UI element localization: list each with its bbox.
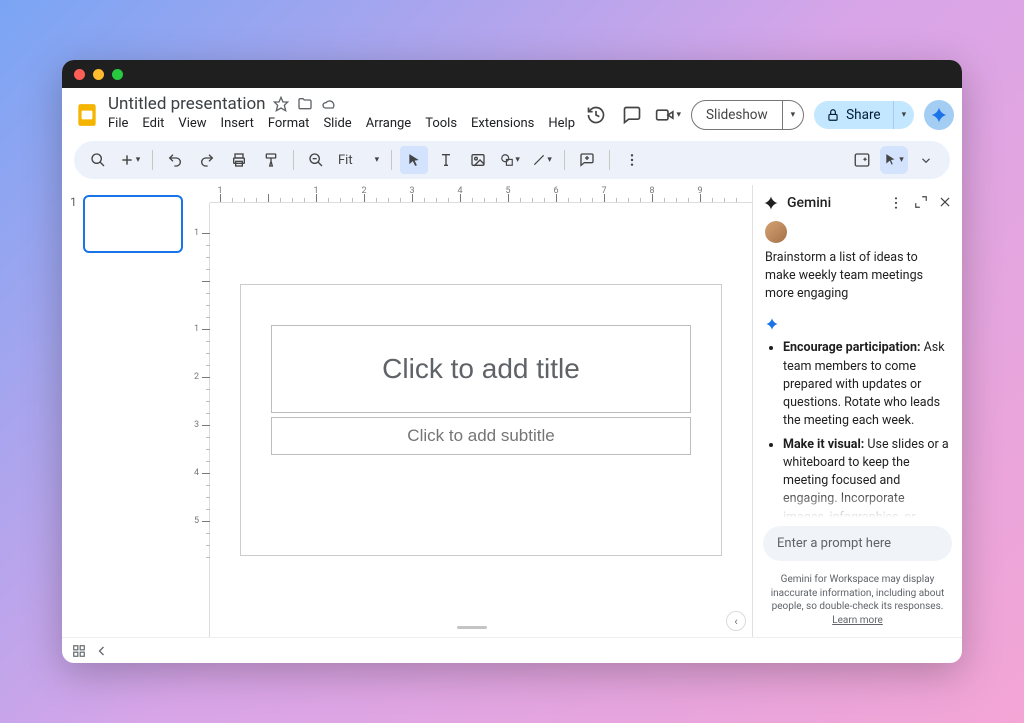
move-to-folder-icon[interactable] bbox=[296, 95, 314, 113]
canvas-area: 1123456789 112345 Click to add title Cli… bbox=[192, 185, 752, 637]
gemini-expand-icon[interactable] bbox=[914, 195, 928, 211]
window-titlebar bbox=[62, 60, 962, 88]
document-title[interactable]: Untitled presentation bbox=[108, 94, 266, 114]
grid-view-icon[interactable] bbox=[72, 644, 86, 658]
slideshow-dropdown[interactable]: ▾ bbox=[782, 101, 804, 129]
gemini-bullet: Encourage participation: Ask team member… bbox=[783, 339, 950, 430]
share-button[interactable]: Share bbox=[814, 101, 892, 129]
sparkle-icon bbox=[763, 195, 779, 211]
share-dropdown[interactable]: ▾ bbox=[893, 101, 915, 129]
history-icon[interactable] bbox=[583, 102, 609, 128]
explore-button[interactable]: ‹ bbox=[726, 611, 746, 631]
line-tool[interactable]: ▾ bbox=[528, 146, 556, 174]
gemini-disclaimer: Gemini for Workspace may display inaccur… bbox=[753, 569, 962, 637]
slide-panel: 1 bbox=[62, 185, 192, 637]
main-area: 1 1123456789 112345 Click to add title C… bbox=[62, 185, 962, 637]
meet-icon[interactable]: ▾ bbox=[655, 102, 681, 128]
gemini-title: Gemini bbox=[787, 195, 831, 211]
sparkle-icon bbox=[765, 317, 779, 331]
hide-menus-button[interactable] bbox=[912, 146, 940, 174]
minimize-window-button[interactable] bbox=[93, 69, 104, 80]
horizontal-ruler: 1123456789 bbox=[210, 185, 752, 203]
slide-thumbnail-1[interactable] bbox=[83, 195, 183, 253]
menu-format[interactable]: Format bbox=[268, 116, 310, 131]
sparkle-icon bbox=[930, 106, 948, 124]
slides-logo bbox=[74, 99, 100, 131]
menu-insert[interactable]: Insert bbox=[221, 116, 254, 131]
paint-format-button[interactable] bbox=[257, 146, 285, 174]
more-tools-button[interactable] bbox=[618, 146, 646, 174]
slideshow-button[interactable]: Slideshow bbox=[692, 101, 782, 129]
slideshow-button-group: Slideshow ▾ bbox=[691, 100, 804, 130]
app-header: Untitled presentation File Edit View Ins… bbox=[62, 88, 962, 135]
subtitle-placeholder[interactable]: Click to add subtitle bbox=[271, 417, 691, 455]
slide-stage[interactable]: Click to add title Click to add subtitle bbox=[210, 203, 752, 637]
share-label: Share bbox=[846, 107, 880, 123]
text-box-tool[interactable] bbox=[432, 146, 460, 174]
share-button-group: Share ▾ bbox=[814, 101, 914, 129]
slide-thumbnail-row: 1 bbox=[70, 195, 184, 253]
menubar: File Edit View Insert Format Slide Arran… bbox=[108, 116, 575, 135]
gemini-conversation: Brainstorm a list of ideas to make weekl… bbox=[753, 221, 962, 518]
theme-button[interactable]: ▾ bbox=[880, 146, 908, 174]
create-image-gemini-button[interactable] bbox=[848, 146, 876, 174]
select-tool[interactable] bbox=[400, 146, 428, 174]
gemini-panel: Gemini Brainstorm a list of ideas to mak… bbox=[752, 185, 962, 637]
menu-file[interactable]: File bbox=[108, 116, 128, 131]
vertical-ruler: 112345 bbox=[192, 203, 210, 637]
maximize-window-button[interactable] bbox=[112, 69, 123, 80]
user-prompt-text: Brainstorm a list of ideas to make weekl… bbox=[765, 249, 950, 303]
menu-arrange[interactable]: Arrange bbox=[366, 116, 411, 131]
zoom-select[interactable]: Fit▾ bbox=[334, 153, 383, 168]
menu-slide[interactable]: Slide bbox=[323, 116, 351, 131]
print-button[interactable] bbox=[225, 146, 253, 174]
speaker-notes-handle[interactable] bbox=[457, 626, 487, 629]
learn-more-link[interactable]: Learn more bbox=[832, 615, 883, 626]
toolbar: ▾ Fit▾ ▾ ▾ ▾ bbox=[74, 141, 950, 179]
undo-button[interactable] bbox=[161, 146, 189, 174]
star-icon[interactable] bbox=[272, 95, 290, 113]
new-slide-button[interactable]: ▾ bbox=[116, 146, 144, 174]
title-placeholder[interactable]: Click to add title bbox=[271, 325, 691, 413]
menu-help[interactable]: Help bbox=[548, 116, 575, 131]
insert-image-tool[interactable] bbox=[464, 146, 492, 174]
gemini-more-icon[interactable] bbox=[888, 195, 904, 211]
menu-tools[interactable]: Tools bbox=[425, 116, 457, 131]
menu-edit[interactable]: Edit bbox=[142, 116, 164, 131]
zoom-out-button[interactable] bbox=[302, 146, 330, 174]
app-window: Untitled presentation File Edit View Ins… bbox=[62, 60, 962, 663]
prev-slide-icon[interactable] bbox=[96, 645, 108, 657]
zoom-label: Fit bbox=[338, 153, 353, 168]
slide-number: 1 bbox=[70, 195, 77, 253]
slide-canvas[interactable]: Click to add title Click to add subtitle bbox=[241, 285, 721, 555]
menu-view[interactable]: View bbox=[178, 116, 206, 131]
gemini-header: Gemini bbox=[753, 185, 962, 221]
gemini-header-icon[interactable] bbox=[924, 100, 954, 130]
gemini-prompt-input[interactable]: Enter a prompt here bbox=[763, 526, 952, 561]
disclaimer-text: Gemini for Workspace may display inaccur… bbox=[771, 574, 945, 612]
shape-tool[interactable]: ▾ bbox=[496, 146, 524, 174]
comments-icon[interactable] bbox=[619, 102, 645, 128]
menu-extensions[interactable]: Extensions bbox=[471, 116, 534, 131]
search-menus-button[interactable] bbox=[84, 146, 112, 174]
user-avatar-icon bbox=[765, 221, 787, 243]
close-window-button[interactable] bbox=[74, 69, 85, 80]
insert-comment-button[interactable] bbox=[573, 146, 601, 174]
lock-icon bbox=[826, 108, 840, 122]
redo-button[interactable] bbox=[193, 146, 221, 174]
cloud-status-icon[interactable] bbox=[320, 95, 338, 113]
gemini-close-icon[interactable] bbox=[938, 195, 952, 211]
status-bar bbox=[62, 637, 962, 663]
